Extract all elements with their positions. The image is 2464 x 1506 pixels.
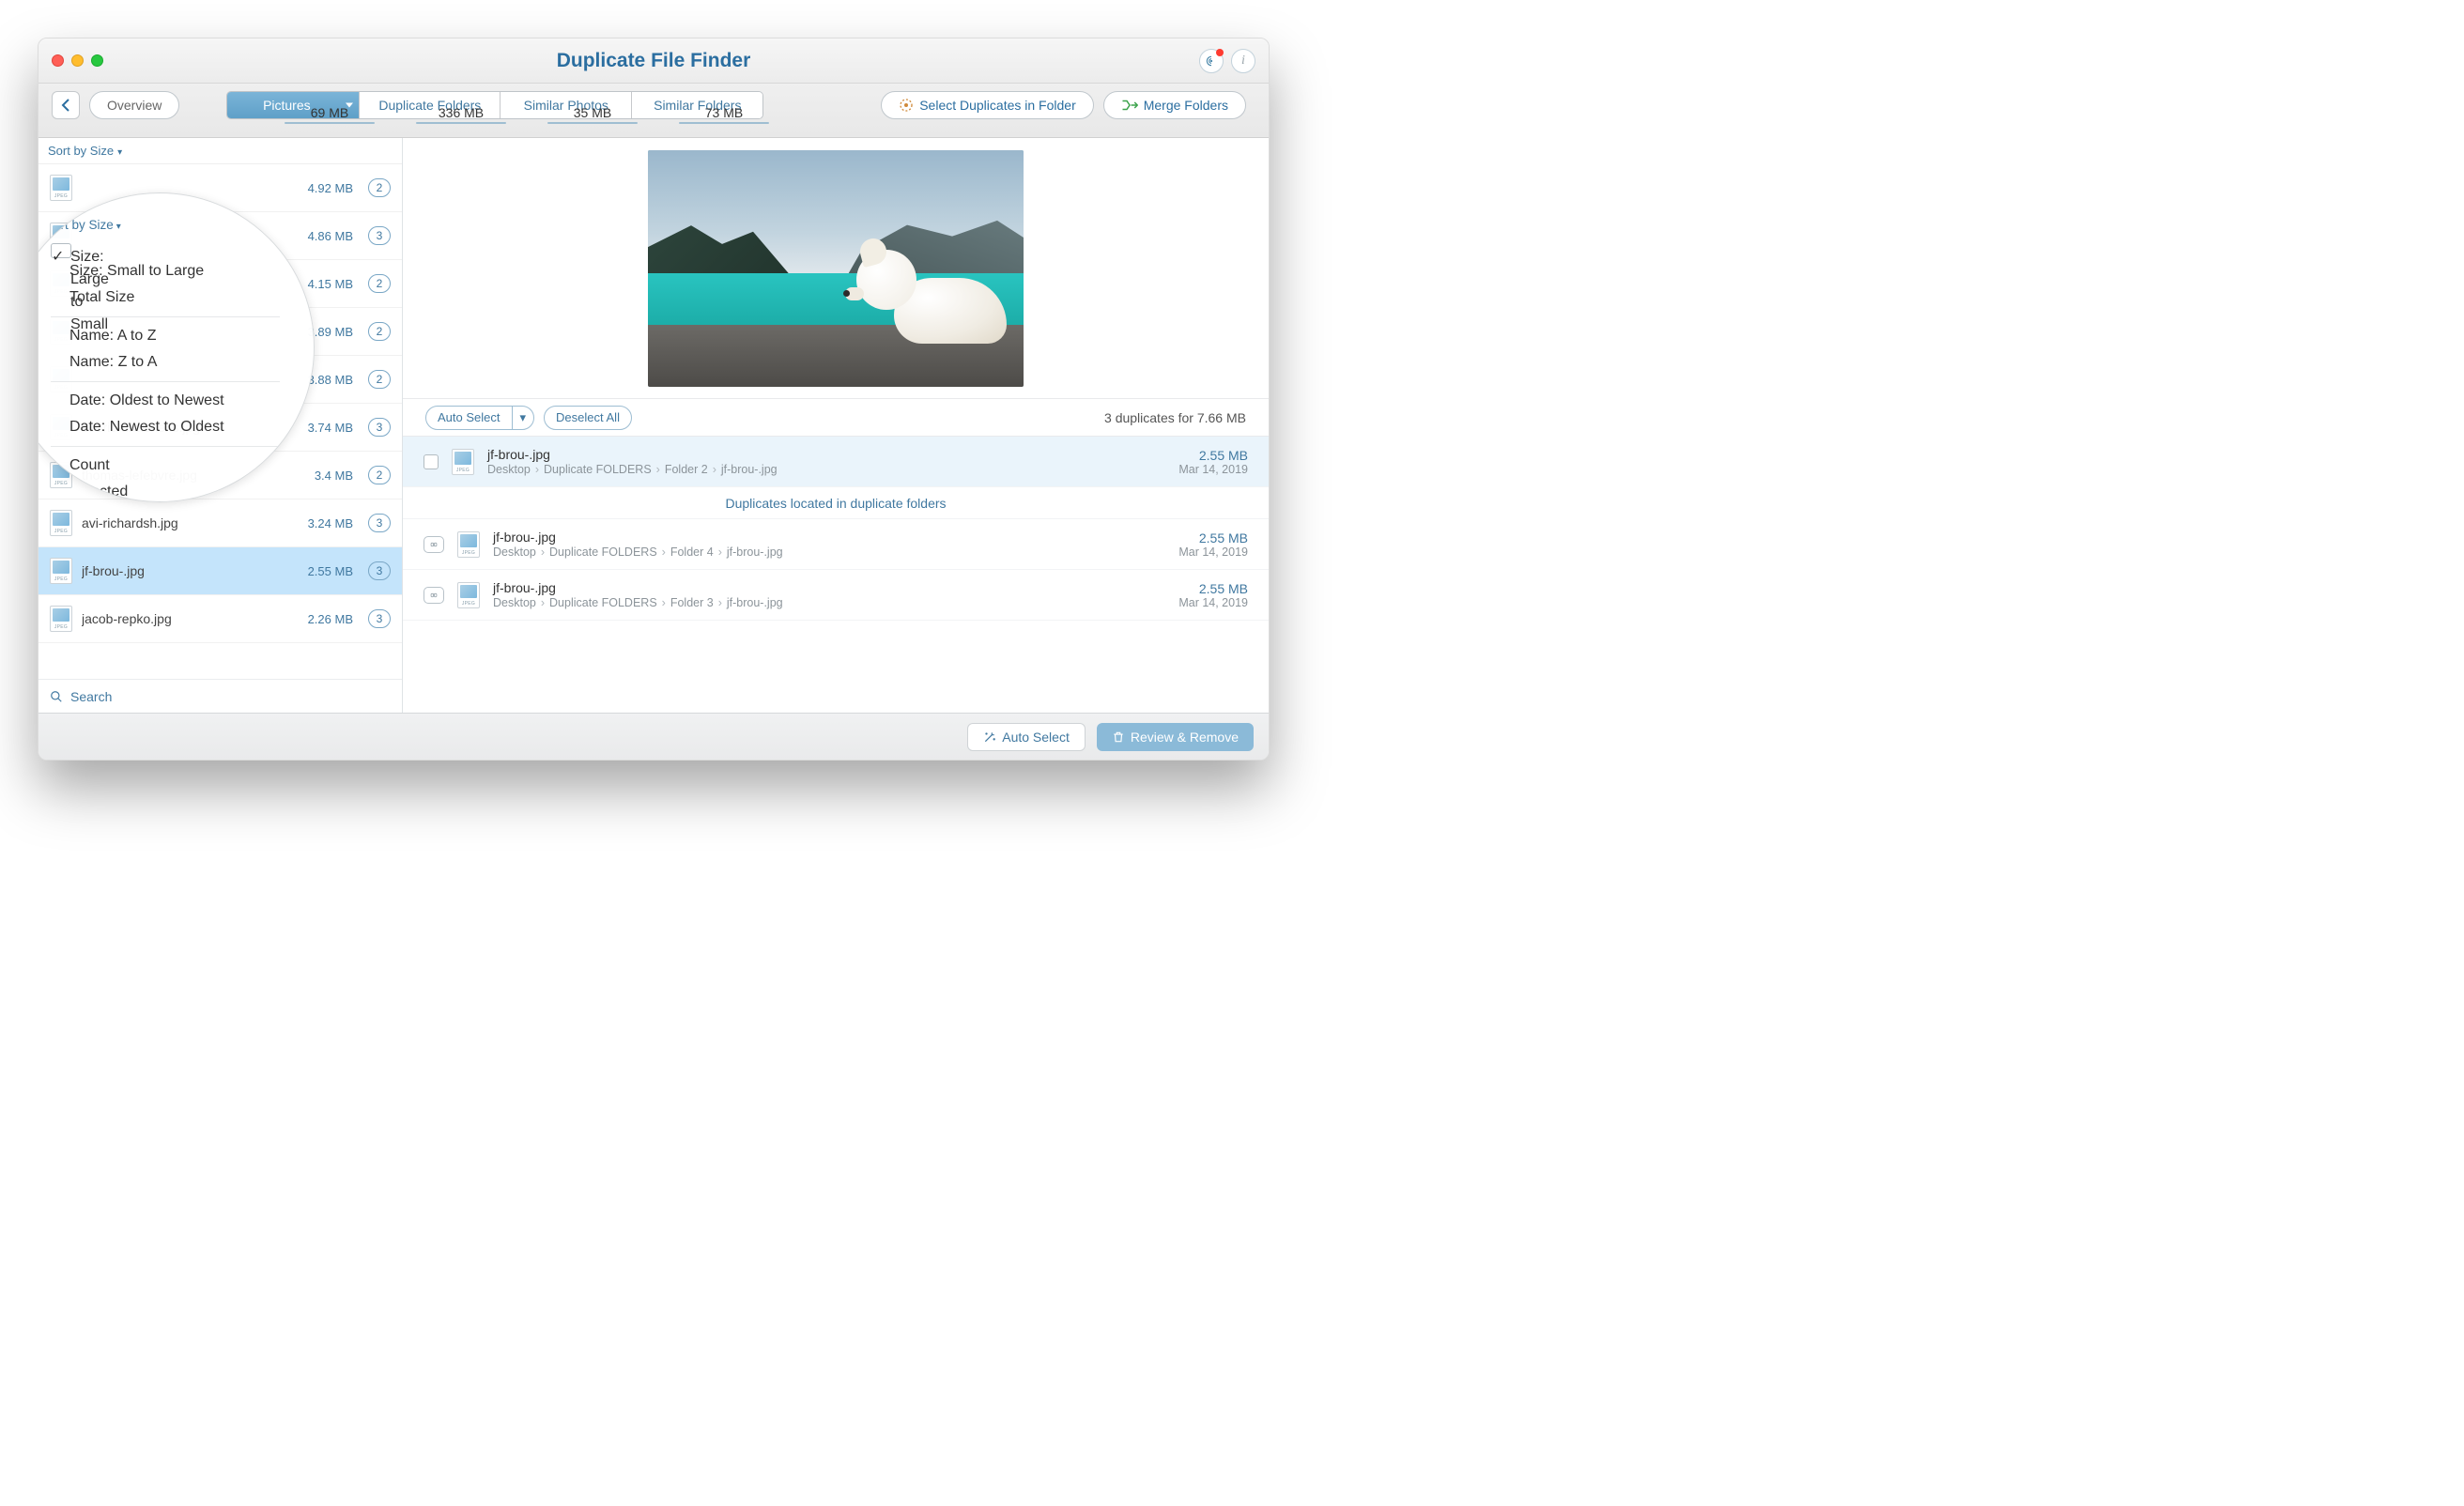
file-count-badge: 2 — [368, 274, 391, 293]
jpeg-file-icon — [50, 510, 72, 536]
file-name: avi-richardsh.jpg — [82, 515, 299, 530]
duplicate-row[interactable]: jf-brou-.jpgDesktop › Duplicate FOLDERS … — [403, 570, 1269, 621]
back-button[interactable] — [52, 91, 80, 119]
file-size: 3.74 MB — [308, 421, 353, 435]
image-preview-area — [403, 138, 1269, 399]
duplicate-list: jf-brou-.jpgDesktop › Duplicate FOLDERS … — [403, 437, 1269, 713]
app-title: Duplicate File Finder — [38, 50, 1269, 72]
file-count-badge: 2 — [368, 466, 391, 484]
sort-dropdown-header: Sort by Size — [45, 218, 280, 232]
merge-folders-button[interactable]: Merge Folders — [1103, 91, 1246, 119]
image-preview — [648, 150, 1024, 387]
jpeg-file-icon — [50, 558, 72, 584]
file-count-badge: 3 — [368, 226, 391, 245]
search-icon — [50, 690, 63, 703]
sort-option[interactable]: Size: Small to Large — [51, 258, 280, 284]
review-remove-button[interactable]: Review & Remove — [1097, 723, 1254, 751]
duplicate-file-date: Mar 14, 2019 — [1178, 596, 1248, 609]
sort-option[interactable]: Name: A to Z — [51, 323, 280, 349]
duplicate-file-size: 2.55 MB — [1178, 530, 1248, 546]
auto-select-dropdown-icon[interactable]: ▾ — [512, 407, 534, 429]
tab-size-label: 69 MB — [264, 105, 395, 120]
sort-option[interactable]: Date: Newest to Oldest — [51, 414, 280, 440]
sort-option[interactable]: Total Size — [51, 284, 280, 311]
file-size: 2.26 MB — [308, 612, 353, 626]
info-button[interactable]: i — [1231, 49, 1255, 73]
tab-size-label: 35 MB — [527, 105, 658, 120]
duplicate-file-name: jf-brou-.jpg — [487, 447, 1165, 462]
sort-option[interactable]: Name: Z to A — [51, 349, 280, 376]
auto-select-split-button[interactable]: Auto Select ▾ — [425, 406, 534, 430]
overview-button[interactable]: Overview — [89, 91, 179, 119]
duplicate-summary: 3 duplicates for 7.66 MB — [1104, 410, 1246, 425]
folder-link-icon — [424, 587, 444, 604]
file-size: 3.88 MB — [308, 373, 353, 387]
file-count-badge: 3 — [368, 514, 391, 532]
jpeg-file-icon — [457, 582, 480, 608]
sort-option[interactable]: Count — [51, 453, 280, 479]
duplicate-folders-banner: Duplicates located in duplicate folders — [403, 487, 1269, 519]
duplicate-file-date: Mar 14, 2019 — [1178, 463, 1248, 476]
tab-size-label: 336 MB — [395, 105, 527, 120]
trash-icon — [1112, 730, 1125, 744]
notification-dot — [1216, 49, 1224, 56]
select-checkbox[interactable] — [424, 454, 439, 469]
folder-link-icon — [424, 536, 444, 553]
updates-button[interactable] — [1199, 49, 1224, 73]
duplicate-file-path: Desktop › Duplicate FOLDERS › Folder 3 ›… — [493, 596, 1165, 609]
sort-option[interactable]: Selected — [51, 479, 280, 502]
file-size: 4.86 MB — [308, 229, 353, 243]
duplicate-file-path: Desktop › Duplicate FOLDERS › Folder 2 ›… — [487, 463, 1165, 476]
footer: Auto Select Review & Remove — [38, 713, 1269, 760]
sort-option[interactable]: Date: Oldest to Newest — [51, 388, 280, 414]
duplicate-file-path: Desktop › Duplicate FOLDERS › Folder 4 ›… — [493, 546, 1165, 559]
title-bar: Duplicate File Finder i — [38, 38, 1269, 84]
sort-dropdown-trigger[interactable]: Sort by Size — [38, 138, 402, 164]
deselect-all-button[interactable]: Deselect All — [544, 406, 632, 430]
app-window: Duplicate File Finder i Overview Picture… — [38, 38, 1270, 761]
search-input[interactable]: Search — [38, 679, 402, 713]
duplicate-file-date: Mar 14, 2019 — [1178, 546, 1248, 559]
file-count-badge: 2 — [368, 322, 391, 341]
duplicate-row[interactable]: jf-brou-.jpgDesktop › Duplicate FOLDERS … — [403, 437, 1269, 487]
main-body: Sort by Size 4.92 MB 2 4.86 MB 3 4.15 MB 2 3.8… — [38, 138, 1269, 713]
file-size: 3.24 MB — [308, 516, 353, 530]
file-count-badge: 2 — [368, 178, 391, 197]
duplicate-file-size: 2.55 MB — [1178, 448, 1248, 463]
detail-pane: Auto Select ▾ Deselect All 3 duplicates … — [403, 138, 1269, 713]
duplicate-file-name: jf-brou-.jpg — [493, 580, 1165, 595]
file-name: jf-brou-.jpg — [82, 563, 299, 578]
jpeg-file-icon — [50, 606, 72, 632]
wand-icon — [983, 730, 996, 744]
file-size: 4.92 MB — [308, 181, 353, 195]
file-size: 3.4 MB — [315, 469, 353, 483]
file-size: 3.89 MB — [308, 325, 353, 339]
file-row[interactable]: jacob-repko.jpg 2.26 MB 3 — [38, 595, 402, 643]
duplicate-file-size: 2.55 MB — [1178, 581, 1248, 596]
file-count-badge: 3 — [368, 418, 391, 437]
file-count-badge: 2 — [368, 370, 391, 389]
duplicate-row[interactable]: jf-brou-.jpgDesktop › Duplicate FOLDERS … — [403, 519, 1269, 570]
jpeg-file-icon — [452, 449, 474, 475]
toolbar: Overview PicturesDuplicate FoldersSimila… — [38, 84, 1269, 138]
jpeg-file-icon — [457, 531, 480, 558]
duplicate-file-name: jf-brou-.jpg — [493, 530, 1165, 545]
file-row[interactable]: jf-brou-.jpg 2.55 MB 3 — [38, 547, 402, 595]
file-size: 2.55 MB — [308, 564, 353, 578]
footer-auto-select-button[interactable]: Auto Select — [967, 723, 1086, 751]
sort-option[interactable]: Size: Large to Small — [51, 243, 71, 258]
file-size: 4.15 MB — [308, 277, 353, 291]
file-count-badge: 3 — [368, 561, 391, 580]
select-duplicates-in-folder-button[interactable]: Select Duplicates in Folder — [881, 91, 1094, 119]
file-name: jacob-repko.jpg — [82, 611, 299, 626]
file-row[interactable]: avi-richardsh.jpg 3.24 MB 3 — [38, 499, 402, 547]
jpeg-file-icon — [50, 175, 72, 201]
file-count-badge: 3 — [368, 609, 391, 628]
tab-size-label: 73 MB — [658, 105, 790, 120]
file-list-sidebar: Sort by Size 4.92 MB 2 4.86 MB 3 4.15 MB 2 3.8… — [38, 138, 403, 713]
selection-toolbar: Auto Select ▾ Deselect All 3 duplicates … — [403, 399, 1269, 437]
